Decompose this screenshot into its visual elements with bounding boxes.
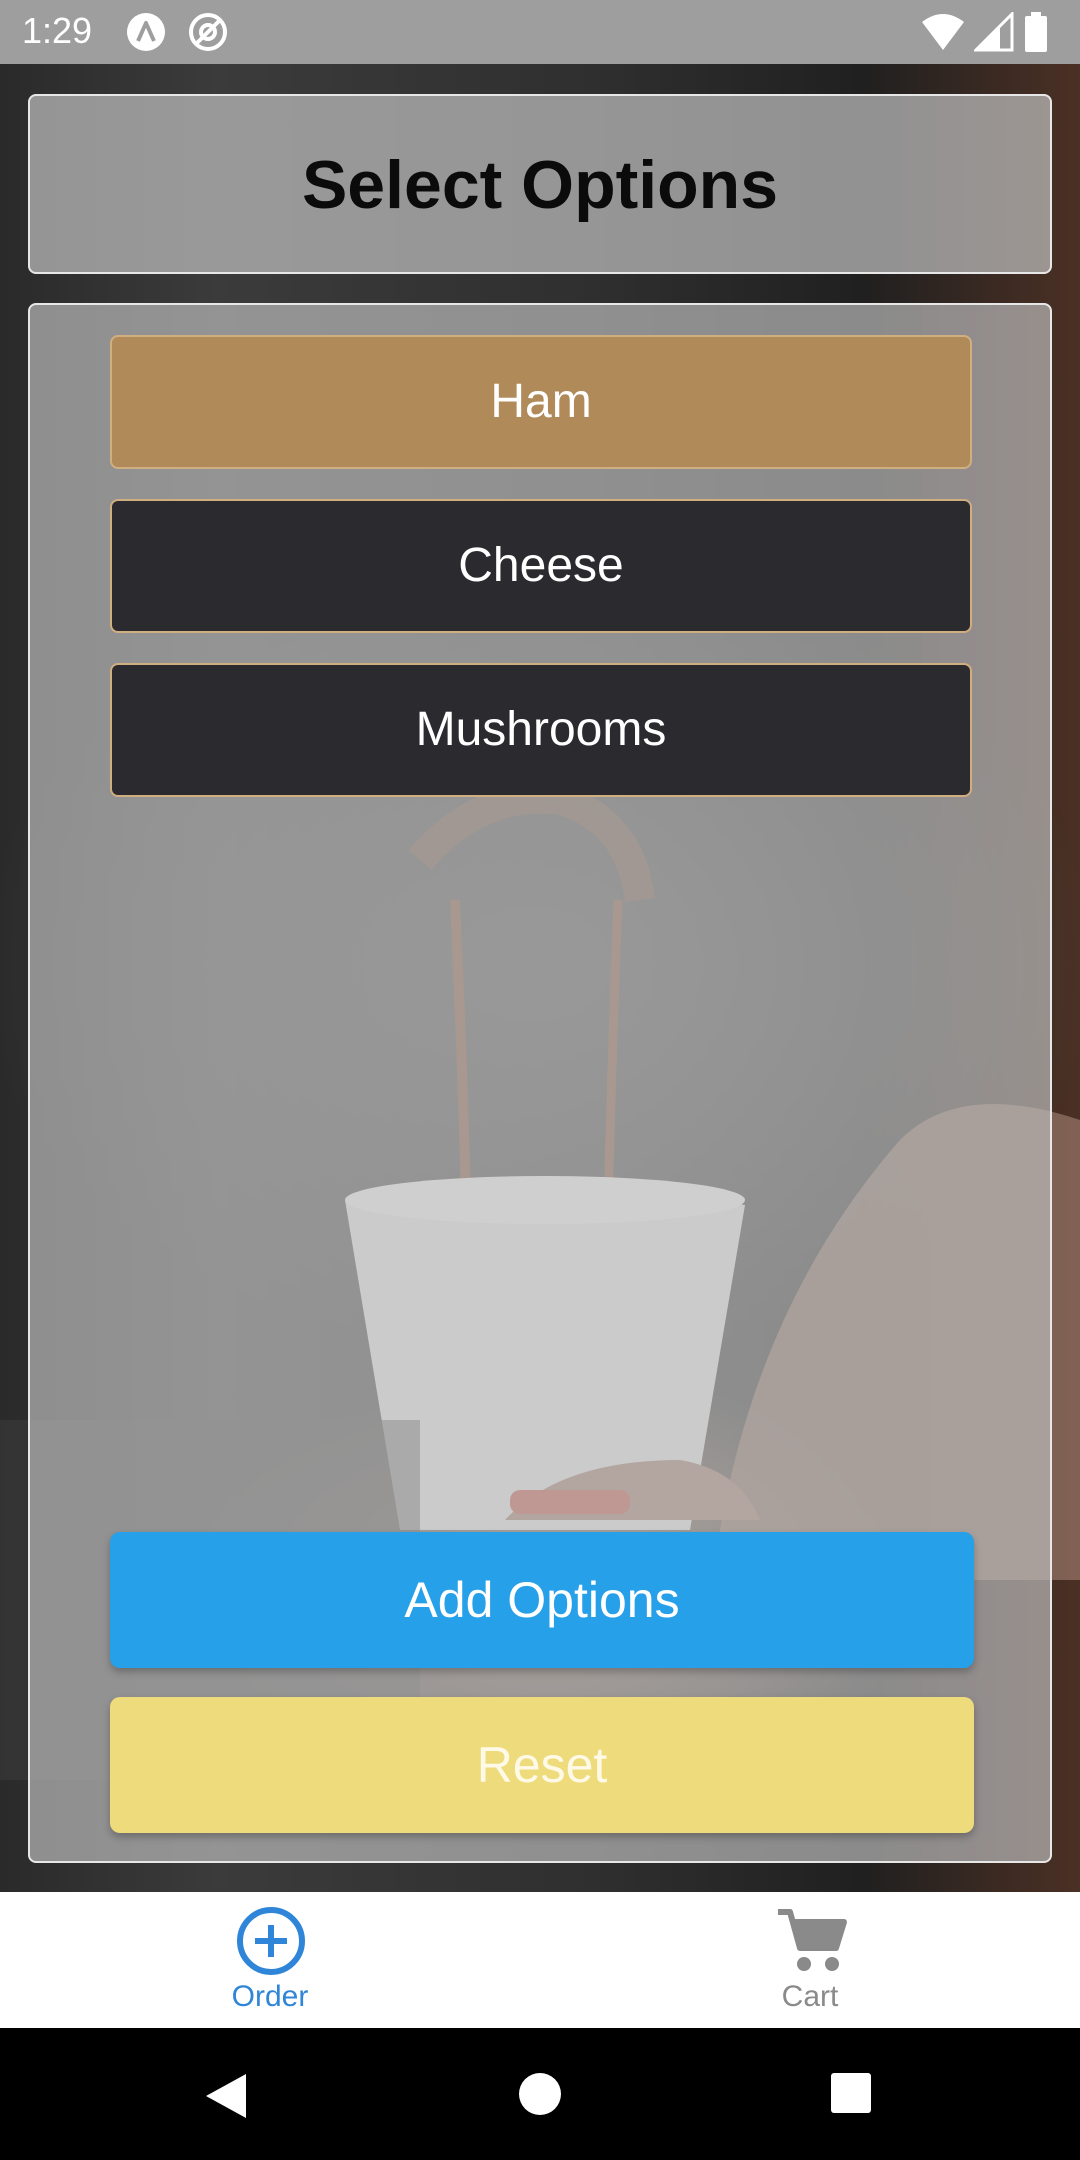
recents-icon[interactable] [830, 2072, 872, 2114]
cart-icon [778, 1909, 847, 1971]
tab-order[interactable]: Order [0, 1892, 540, 2028]
app-a-icon [126, 12, 166, 52]
reset-button[interactable]: Reset [110, 1697, 974, 1833]
status-time: 1:29 [22, 10, 93, 51]
signal-icon [974, 12, 1014, 52]
option-button-mushrooms[interactable]: Mushrooms [110, 663, 972, 797]
header-panel: Select Options [28, 94, 1052, 274]
options-panel: Ham Cheese Mushrooms Add Options Reset [28, 303, 1052, 1863]
page-title: Select Options [301, 147, 779, 223]
status-bar: 1:29 [0, 0, 1080, 64]
tab-label-cart: Cart [781, 1980, 839, 2013]
battery-icon [1025, 12, 1047, 52]
bottom-tab-bar: Order Cart [0, 1892, 1080, 2028]
add-options-button[interactable]: Add Options [110, 1532, 974, 1668]
app-at-icon [188, 12, 228, 52]
back-icon[interactable] [204, 2072, 248, 2120]
tab-cart[interactable]: Cart [540, 1892, 1080, 2028]
wifi-icon [922, 14, 964, 50]
tab-label-order: Order [231, 1980, 309, 2013]
home-icon[interactable] [518, 2072, 562, 2116]
option-button-ham[interactable]: Ham [110, 335, 972, 469]
system-nav-bar [0, 2028, 1080, 2160]
plus-circle-icon [237, 1907, 305, 1975]
option-button-cheese[interactable]: Cheese [110, 499, 972, 633]
